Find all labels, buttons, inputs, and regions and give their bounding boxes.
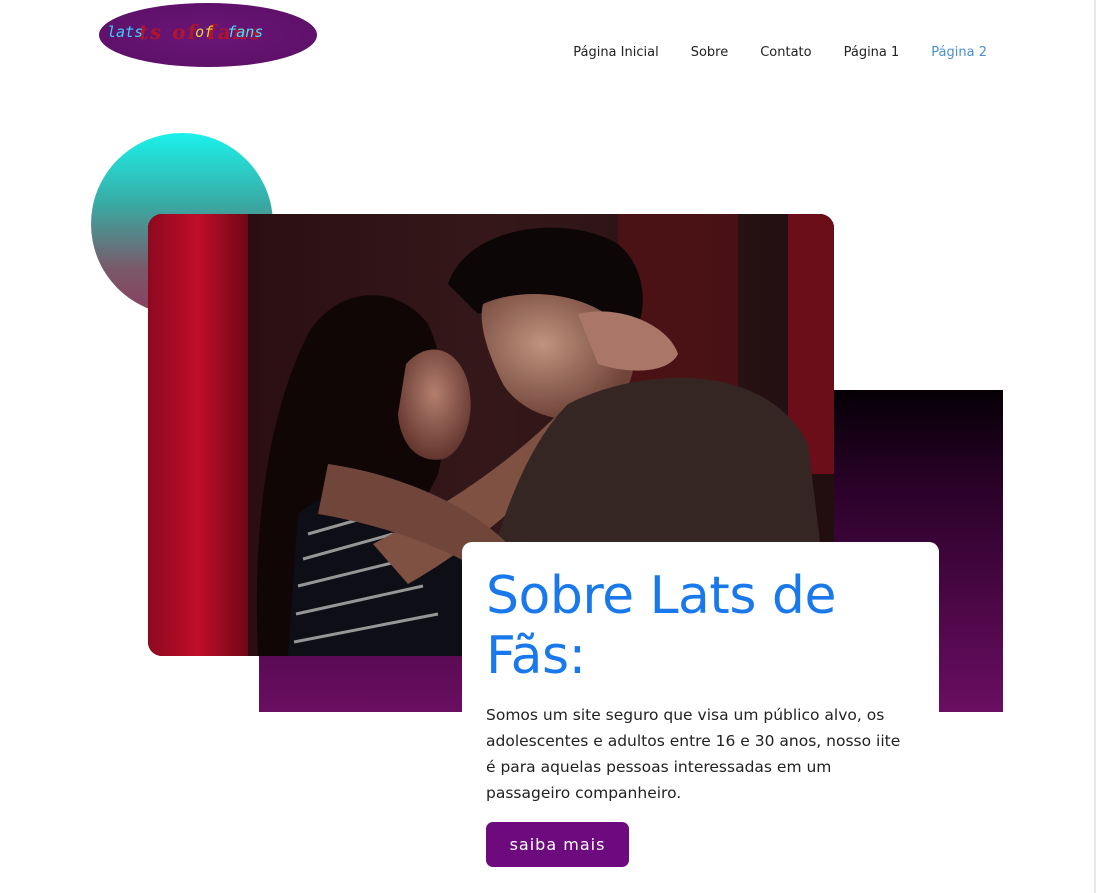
logo-word-lats: lats xyxy=(107,23,144,41)
nav-item-pagina-inicial[interactable]: Página Inicial xyxy=(557,44,674,62)
nav-item-sobre[interactable]: Sobre xyxy=(675,44,745,62)
nav-item-pagina-2[interactable]: Página 2 xyxy=(915,44,987,62)
about-card: Sobre Lats de Fãs: Somos um site seguro … xyxy=(462,542,939,893)
logo-word-of: of xyxy=(195,23,214,41)
main-nav: Página Inicial Sobre Contato Página 1 Pá… xyxy=(557,44,987,62)
page: ts of fans lats of fans Página Inicial Sob… xyxy=(0,0,1096,893)
nav-item-pagina-1[interactable]: Página 1 xyxy=(828,44,916,62)
saiba-mais-button[interactable]: saiba mais xyxy=(486,822,629,867)
logo-word-fans: fans xyxy=(227,23,264,41)
logo-text: lats of fans xyxy=(107,23,263,41)
nav-item-contato[interactable]: Contato xyxy=(744,44,827,62)
about-title: Sobre Lats de Fãs: xyxy=(486,566,836,686)
about-description: Somos um site seguro que visa um público… xyxy=(486,706,901,802)
site-logo[interactable]: ts of fans lats of fans xyxy=(99,3,317,67)
